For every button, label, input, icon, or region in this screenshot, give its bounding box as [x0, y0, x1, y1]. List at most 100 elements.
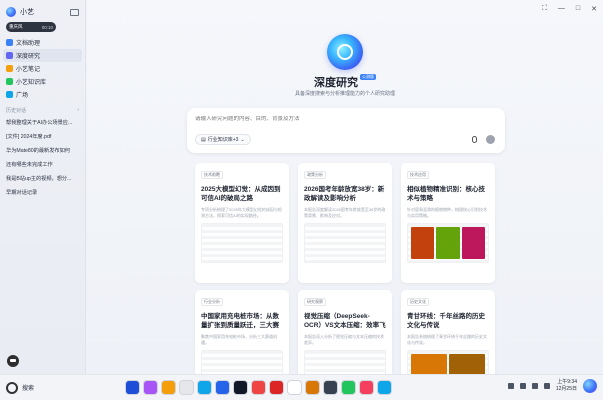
main-panel: ⛶ — □ ✕ 深度研究公测版 具备深度搜索与分析推理能力的个人研究助理 ▤ 行…	[87, 0, 603, 400]
sidebar-item-label: 小艺笔记	[16, 67, 41, 73]
maximize-icon[interactable]: □	[576, 5, 580, 13]
history-item[interactable]: [文件] 2024年度.pdf	[0, 130, 85, 144]
note-icon	[6, 65, 13, 72]
research-query-box: ▤ 行业知识库+3 ⌄	[187, 108, 505, 153]
close-icon[interactable]: ✕	[591, 5, 597, 13]
avatar[interactable]	[7, 355, 19, 367]
history-item[interactable]: 我是B站up主的视频，想分...	[0, 172, 85, 186]
card-title: 相似植物精准识别：核心技术与策略	[407, 186, 485, 202]
taskbar-app-icon[interactable]	[179, 380, 194, 395]
card-title: 视觉压缩（DeepSeek-OCR）VS文本压缩：效率飞跃与精...	[304, 313, 386, 329]
minimize-icon[interactable]: —	[558, 5, 565, 13]
card-desc: 本报告系统梳理了青甘环线千年丝路的历史文化与传说。	[407, 334, 487, 345]
sidebar-item-notes[interactable]: 小艺笔记	[0, 62, 85, 75]
clock-date: 12月25日	[555, 386, 577, 392]
microphone-icon[interactable]	[472, 136, 477, 143]
card-title: 青甘环线：千年丝路的历史文化与传说	[407, 313, 485, 329]
taskbar-app-icon[interactable]	[323, 380, 338, 395]
taskbar-app-icon[interactable]	[233, 380, 248, 395]
card-tag: 技术应用	[407, 171, 429, 179]
fullscreen-icon[interactable]: ⛶	[542, 5, 547, 13]
taskbar-app-icon[interactable]	[377, 380, 392, 395]
card-tag: 技术前瞻	[201, 171, 223, 179]
example-card[interactable]: 技术应用 相似植物精准识别：核心技术与策略 针对容易混淆的植物物种，梳理核心识别…	[401, 163, 495, 283]
history-list: 帮我整理关于AI办公场景应... [文件] 2024年度.pdf 华为Mate8…	[0, 116, 85, 200]
example-card[interactable]: 政策分析 2026国考年龄放宽38岁：新政解读及影响分析 本报告深度解读2026…	[298, 163, 392, 283]
card-title: 中国家用充电桩市场：从数量扩张到质量跃迁，三大赛道...	[201, 313, 279, 329]
collapse-sidebar-icon[interactable]	[70, 8, 79, 16]
wifi-icon[interactable]	[531, 383, 538, 389]
sidebar-item-label: 广场	[16, 93, 29, 99]
document-icon	[6, 39, 13, 46]
sidebar-header: 小艺	[0, 0, 85, 18]
user-status: 00:10	[41, 24, 53, 30]
card-thumbnail	[201, 223, 283, 263]
xiaoyi-taskbar-icon[interactable]	[583, 379, 597, 393]
card-desc: 针对容易混淆的植物物种，梳理核心识别技术与实用策略。	[407, 207, 487, 218]
chevron-down-icon: ⌄	[240, 136, 245, 143]
clock-time: 上午9:34	[557, 379, 577, 385]
history-item[interactable]: 帮我整理关于AI办公场景应...	[0, 116, 85, 130]
taskbar-app-icon[interactable]	[161, 380, 176, 395]
knowledge-base-chip[interactable]: ▤ 行业知识库+3 ⌄	[195, 134, 251, 145]
page-title-text: 深度研究	[314, 77, 358, 89]
app-title: 小艺	[20, 9, 34, 16]
clock[interactable]: 上午9:34 12月25日	[556, 379, 577, 393]
knowledge-icon: ▤	[201, 136, 206, 143]
taskbar-app-icon[interactable]	[269, 380, 284, 395]
history-item[interactable]: 华为Mate80的最新发布如何	[0, 144, 85, 158]
history-item[interactable]: 还有哪些未完成工作	[0, 158, 85, 172]
card-tag: 行业分析	[201, 298, 223, 306]
xiaoyi-logo-icon	[6, 7, 16, 17]
research-query-input[interactable]	[195, 116, 485, 122]
example-card[interactable]: 技术前瞻 2025大模型幻觉：从成因到可信AI的破局之路 专项分析梳理了2025…	[195, 163, 289, 283]
taskbar-search[interactable]: 搜索	[22, 383, 34, 392]
taskbar-app-icon[interactable]	[251, 380, 266, 395]
taskbar-app-icon[interactable]	[341, 380, 356, 395]
sidebar-nav: 文档助理 深度研究 小艺笔记 小艺知识库 广场	[0, 36, 85, 101]
sidebar-item-knowledge[interactable]: 小艺知识库	[0, 75, 85, 88]
card-desc: 聚焦中国家用充电桩市场，分析三大赛道机遇。	[201, 334, 277, 345]
start-icon[interactable]	[6, 382, 18, 394]
sidebar-item-label: 文档助理	[16, 41, 41, 47]
sidebar: 小艺 重庆风 00:10 文档助理 深度研究 小艺笔记 小艺知识库 广场 历史对…	[0, 0, 86, 374]
taskbar-app-icon[interactable]	[215, 380, 230, 395]
page-title: 深度研究公测版	[87, 74, 603, 90]
window-controls: ⛶ — □ ✕	[542, 5, 597, 13]
send-button[interactable]	[486, 135, 495, 144]
user-name: 重庆风	[9, 24, 23, 29]
card-title: 2026国考年龄放宽38岁：新政解读及影响分析	[304, 186, 385, 202]
volume-icon[interactable]	[543, 383, 550, 389]
knowledge-base-icon	[6, 78, 13, 85]
card-tag: 研究观察	[304, 298, 326, 306]
taskbar-app-icon[interactable]	[305, 380, 320, 395]
beta-badge: 公测版	[360, 74, 376, 80]
plant-image	[411, 227, 435, 259]
card-thumbnail	[304, 223, 386, 263]
user-pill[interactable]: 重庆风 00:10	[6, 22, 56, 32]
card-tag: 政策分析	[304, 171, 326, 179]
sidebar-item-deep-research[interactable]: 深度研究	[3, 49, 82, 62]
plant-image	[461, 227, 485, 259]
taskbar-app-icon[interactable]	[143, 380, 158, 395]
knowledge-chip-label: 行业知识库+3	[207, 137, 239, 143]
deep-research-logo-icon	[327, 34, 363, 70]
card-desc: 本报告深度解读2026国考年龄放宽至38岁的政策背景、影响及应对。	[304, 207, 386, 218]
history-header: 历史对话 ›	[0, 101, 85, 116]
card-title: 2025大模型幻觉：从成因到可信AI的破局之路	[201, 186, 281, 202]
taskbar-app-icon[interactable]	[197, 380, 212, 395]
taskbar-app-icon[interactable]	[287, 380, 302, 395]
taskbar-apps	[125, 380, 392, 395]
sidebar-item-label: 小艺知识库	[16, 80, 47, 86]
sidebar-item-square[interactable]: 广场	[0, 88, 85, 101]
card-tag: 历史文化	[407, 298, 429, 306]
chevron-right-icon[interactable]: ›	[77, 107, 79, 114]
taskbar: 搜索 上午9:34 12月25日	[0, 374, 603, 400]
notification-icon[interactable]	[507, 383, 514, 389]
history-item[interactable]: 早期对话记录	[0, 186, 85, 200]
sidebar-item-doc-assistant[interactable]: 文档助理	[0, 36, 85, 49]
battery-icon[interactable]	[519, 383, 526, 389]
taskbar-app-icon[interactable]	[359, 380, 374, 395]
history-label: 历史对话	[6, 108, 27, 114]
taskbar-app-icon[interactable]	[125, 380, 140, 395]
